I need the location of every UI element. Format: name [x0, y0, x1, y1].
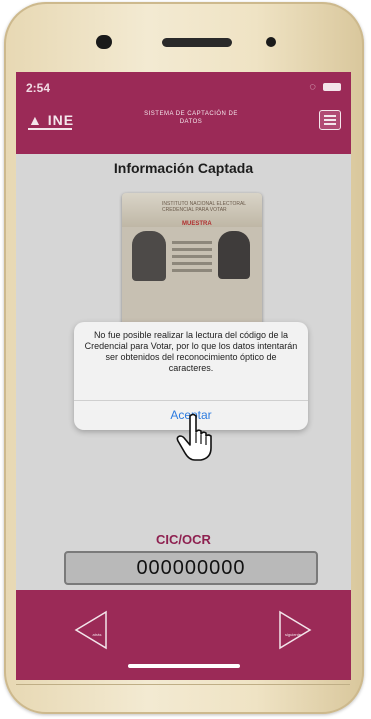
cic-ocr-label: CIC/OCR [156, 532, 211, 547]
phone-chin-edge [16, 684, 350, 685]
wifi-icon: ◌ [309, 81, 316, 93]
bottom-nav-bar: atrás siguiente [16, 590, 351, 680]
next-button[interactable]: siguiente [274, 608, 314, 652]
credential-text-lines [172, 241, 212, 276]
earpiece [162, 38, 232, 47]
credential-institution-text: INSTITUTO NACIONAL ELECTORAL CREDENCIAL … [162, 201, 246, 213]
sensor-icon [266, 37, 276, 47]
hamburger-icon-line [324, 119, 336, 121]
hand-pointer-icon [176, 413, 212, 461]
system-title: SISTEMA DE CAPTACIÓN DE DATOS [144, 111, 238, 125]
credential-line [172, 255, 212, 258]
ine-logo: ▲ INE [28, 112, 74, 128]
credential-line [172, 262, 212, 265]
status-icons: ◌ [309, 81, 341, 93]
front-camera-icon [96, 35, 112, 49]
status-time: 2:54 [26, 81, 51, 95]
credential-photo-secondary [218, 231, 250, 279]
dialog-message: No fue posible realizar la lectura del c… [84, 330, 298, 373]
credential-image: INSTITUTO NACIONAL ELECTORAL CREDENCIAL … [122, 193, 262, 327]
hamburger-icon [324, 115, 336, 117]
next-label: siguiente [284, 632, 301, 637]
credential-watermark: MUESTRA [182, 221, 212, 227]
credential-line [172, 269, 212, 272]
triangle-right-icon [279, 610, 312, 650]
page-title: Información Captada [113, 160, 254, 176]
credential-line [172, 248, 212, 251]
menu-button[interactable] [319, 110, 341, 130]
logo-text: INE [47, 112, 75, 128]
logo-mark-icon: ▲ [28, 112, 43, 128]
back-label: atrás [92, 632, 102, 637]
credential-photo [132, 231, 166, 281]
battery-icon [323, 83, 341, 92]
hamburger-icon-line [324, 123, 336, 125]
logo-underline [28, 128, 72, 130]
credential-line [172, 241, 212, 244]
home-indicator[interactable] [128, 664, 240, 668]
back-button[interactable]: atrás [72, 608, 112, 652]
cic-ocr-field[interactable]: 000000000 [64, 551, 318, 585]
app-header: 2:54 ◌ ▲ INE SISTEMA DE CAPTACIÓN DE DAT… [16, 72, 351, 154]
triangle-left-icon [74, 610, 107, 650]
app-screen: 2:54 ◌ ▲ INE SISTEMA DE CAPTACIÓN DE DAT… [16, 72, 351, 680]
